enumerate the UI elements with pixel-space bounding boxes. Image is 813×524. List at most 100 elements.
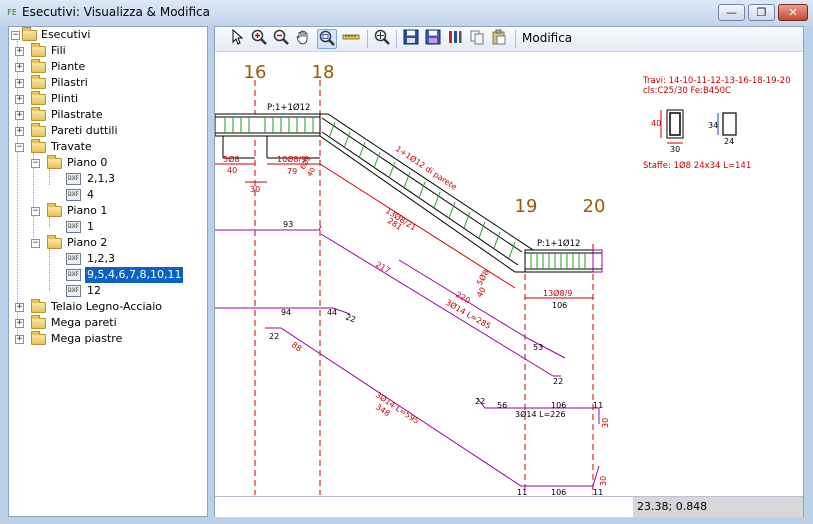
expand-icon[interactable]: + — [15, 111, 24, 120]
folder-icon — [31, 91, 46, 105]
tree-panel[interactable]: − Esecutivi + Fili + Piante + Pilastri +… — [8, 26, 208, 517]
expand-icon[interactable]: + — [15, 79, 24, 88]
toolbar-separator — [515, 30, 516, 48]
modifica-label[interactable]: Modifica — [522, 31, 572, 45]
tree-connector — [49, 249, 50, 291]
folder-icon — [22, 27, 37, 41]
bar-length: 88 — [290, 340, 303, 353]
stirrup-length: 40 — [227, 166, 237, 175]
cad-canvas[interactable]: 16 18 19 20 Travi: 14-10-11-12-13-16-18-… — [215, 52, 803, 495]
collapse-icon[interactable]: − — [15, 143, 24, 152]
restore-button[interactable]: ❐ — [748, 4, 775, 21]
title-bar[interactable]: FE Esecutivi: Visualizza & Modifica — ❐ … — [0, 0, 813, 26]
staffe-label: Staffe: 1Ø8 24x34 L=141 — [643, 160, 751, 171]
tree-item-label: Piano 0 — [67, 156, 108, 169]
section-stirrup-1 — [669, 112, 681, 136]
zoom-extents-icon[interactable] — [372, 29, 392, 49]
drawing-panel: Modifica 16 18 19 20 Travi: 14-10-11-12-… — [214, 26, 804, 517]
collapse-icon[interactable]: − — [31, 239, 40, 248]
section-width-1: 30 — [670, 145, 680, 154]
stirrup-length: 79 — [287, 167, 297, 176]
bar-length: 11 — [517, 488, 527, 495]
collapse-icon[interactable]: − — [31, 159, 40, 168]
tree-connector — [49, 217, 50, 227]
expand-icon[interactable]: + — [15, 319, 24, 328]
folder-icon — [31, 123, 46, 137]
zoom-out-icon[interactable] — [271, 29, 291, 49]
stirrup-length: 40 — [306, 166, 317, 178]
tree-connector — [49, 169, 50, 185]
copy-icon[interactable] — [467, 29, 487, 49]
collapse-icon[interactable]: − — [31, 207, 40, 216]
zoom-window-icon[interactable] — [317, 29, 337, 49]
status-bar: 23.38; 0.848 — [215, 496, 803, 517]
tree-item-label: Mega pareti — [51, 316, 117, 329]
tree-item-label: Telaio Legno-Acciaio — [51, 300, 163, 313]
paste-icon[interactable] — [489, 29, 509, 49]
folder-open-icon — [47, 155, 62, 169]
expand-icon[interactable]: + — [15, 63, 24, 72]
save-icon[interactable] — [401, 29, 421, 49]
bar-length: 53 — [533, 343, 543, 352]
tree-item-label: 1 — [87, 220, 94, 233]
zoom-in-icon[interactable] — [249, 29, 269, 49]
toolbar-separator — [367, 30, 368, 48]
folder-open-icon — [47, 235, 62, 249]
tree-item-label: Pilastri — [51, 76, 88, 89]
section-outline-2 — [722, 112, 737, 136]
bar-length: 22 — [269, 332, 279, 341]
beam-rebar-line — [321, 131, 519, 266]
bar-length: 93 — [283, 220, 293, 229]
tree-item-label: Esecutivi — [41, 28, 91, 41]
save-as-icon[interactable] — [423, 29, 443, 49]
tree-item-label: Piante — [51, 60, 86, 73]
close-button[interactable]: ✕ — [778, 4, 808, 21]
bar-length: 94 — [281, 308, 291, 317]
expand-icon[interactable]: + — [15, 127, 24, 136]
bar-label: 3Ø14 L=226 — [515, 409, 566, 419]
bar-length: 22 — [553, 377, 563, 386]
folder-open-icon — [31, 139, 46, 153]
bar-length: 44 — [327, 308, 337, 317]
minimize-button[interactable]: — — [718, 4, 745, 21]
collapse-icon[interactable]: − — [11, 31, 20, 40]
expand-icon[interactable]: + — [15, 95, 24, 104]
pan-hand-icon[interactable] — [293, 29, 313, 49]
bar-length: 106 — [551, 488, 566, 495]
axis-label-18: 18 — [312, 62, 335, 83]
tree-item-label: Mega piastre — [51, 332, 123, 345]
tools-icon[interactable] — [445, 29, 465, 49]
bar-length: 56 — [497, 401, 507, 410]
top-bar-label-2: P:1+1Ø12 — [537, 238, 580, 249]
beam-rebar-line — [321, 117, 523, 253]
tree-item-label: 2,1,3 — [87, 172, 115, 185]
bar-length: 217 — [374, 260, 392, 275]
folder-open-icon — [47, 203, 62, 217]
application-window: FE Esecutivi: Visualizza & Modifica — ❐ … — [0, 0, 813, 524]
section-height-1: 40 — [651, 119, 661, 128]
expand-icon[interactable]: + — [15, 303, 24, 312]
bar-length: 11 — [593, 488, 603, 495]
measure-ruler-icon[interactable] — [341, 29, 361, 49]
bar-length: 22 — [344, 312, 357, 324]
folder-icon — [31, 331, 46, 345]
section-width-2: 24 — [724, 137, 734, 146]
expand-icon[interactable]: + — [15, 47, 24, 56]
dxf-file-icon: DXF — [66, 253, 81, 265]
folder-icon — [31, 315, 46, 329]
tree-item-label: Piano 1 — [67, 204, 108, 217]
expand-icon[interactable]: + — [15, 335, 24, 344]
stirrup-spacing: 30 — [250, 185, 260, 194]
tree-item-label: Piano 2 — [67, 236, 108, 249]
info-materials: cls:C25/30 Fe:B450C — [643, 86, 731, 96]
folder-icon — [31, 107, 46, 121]
folder-icon — [31, 299, 46, 313]
window-title: Esecutivi: Visualizza & Modifica — [22, 5, 211, 19]
toolbar-separator — [396, 30, 397, 48]
rebar-bar — [265, 327, 593, 487]
folder-icon — [31, 43, 46, 57]
stirrup-length: 106 — [552, 301, 567, 310]
folder-icon — [31, 59, 46, 73]
tree-item-label: 4 — [87, 188, 94, 201]
pointer-icon[interactable] — [227, 28, 247, 49]
